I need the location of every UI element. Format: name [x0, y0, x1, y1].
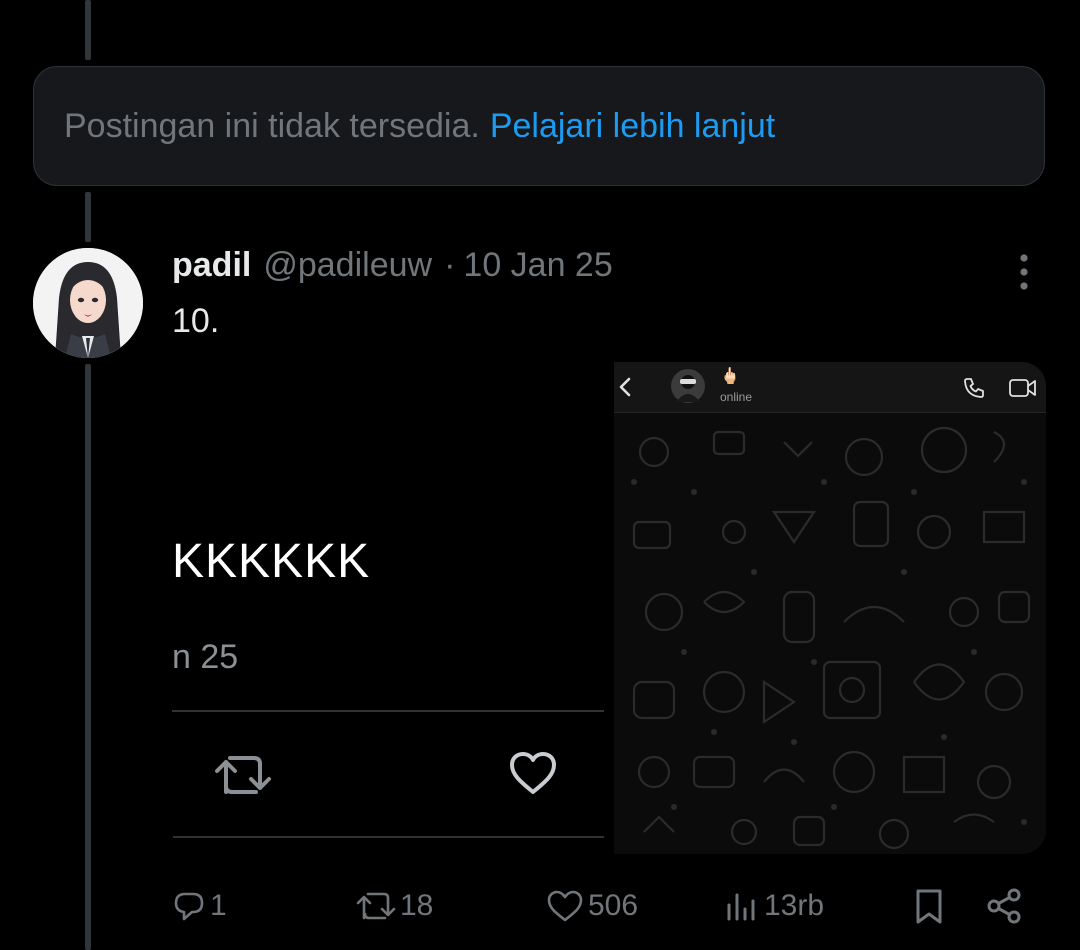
- reply-button[interactable]: 1: [172, 878, 227, 934]
- chat-header: 🖕🏻 online: [614, 362, 1046, 413]
- views-count: 13rb: [764, 889, 825, 922]
- repost-count: 18: [400, 889, 434, 922]
- chat-contact-emoji: 🖕🏻: [720, 368, 740, 385]
- bookmark-button[interactable]: [910, 878, 948, 934]
- reply-icon: [174, 892, 204, 921]
- unavailable-post-notice: Postingan ini tidak tersedia. Pelajari l…: [33, 66, 1045, 186]
- screenshot-heart-icon: [510, 752, 556, 794]
- video-call-icon: [1009, 379, 1036, 397]
- repost-button[interactable]: 18: [356, 878, 433, 934]
- screenshot-date: n 25: [172, 638, 239, 676]
- like-count: 506: [588, 889, 639, 922]
- phone-icon: [964, 378, 984, 398]
- screenshot-divider-bottom: [172, 836, 604, 838]
- chat-screenshot: 🖕🏻 online: [614, 362, 1046, 854]
- views-button[interactable]: 13rb: [724, 878, 824, 934]
- screenshot-text: KKKKKK: [172, 535, 371, 588]
- post-action-bar: 1 18 506 13rb: [172, 878, 1032, 934]
- more-vertical-icon: [1020, 254, 1028, 290]
- avatar[interactable]: [33, 248, 143, 358]
- chevron-left-icon: [619, 377, 631, 397]
- screenshot-repost-icon: [215, 756, 271, 794]
- post-header: padil @padileuw · 10 Jan 25: [172, 246, 613, 285]
- learn-more-link[interactable]: Pelajari lebih lanjut: [490, 107, 775, 146]
- views-chart-icon: [727, 893, 755, 921]
- chat-contact-avatar: [671, 369, 705, 403]
- screenshot-divider: [172, 710, 604, 712]
- chat-status: online: [720, 390, 753, 404]
- display-name[interactable]: padil: [172, 246, 251, 285]
- bookmark-icon: [916, 889, 942, 924]
- user-handle[interactable]: @padileuw: [263, 246, 432, 285]
- post-date[interactable]: 10 Jan 25: [463, 246, 612, 285]
- unavailable-notice-text: Postingan ini tidak tersedia.: [64, 106, 480, 145]
- more-options-button[interactable]: [1010, 252, 1038, 292]
- heart-icon: [547, 890, 583, 922]
- thread-connector-bottom: [85, 364, 91, 950]
- post-media[interactable]: KKKKKK n 25 🖕🏻 online: [172, 362, 1046, 854]
- quoted-post-screenshot: KKKKKK n 25: [172, 362, 613, 854]
- thread-connector-top: [85, 0, 91, 60]
- share-icon: [987, 888, 1021, 924]
- share-button[interactable]: [986, 878, 1024, 934]
- header-separator: ·: [444, 246, 456, 284]
- chat-wallpaper-doodles: [631, 426, 1031, 850]
- post-text: 10.: [172, 302, 220, 340]
- repost-icon: [356, 892, 396, 920]
- avatar-illustration: [33, 248, 143, 358]
- like-button[interactable]: 506: [546, 878, 638, 934]
- reply-count: 1: [210, 889, 227, 922]
- thread-connector-middle: [85, 192, 91, 242]
